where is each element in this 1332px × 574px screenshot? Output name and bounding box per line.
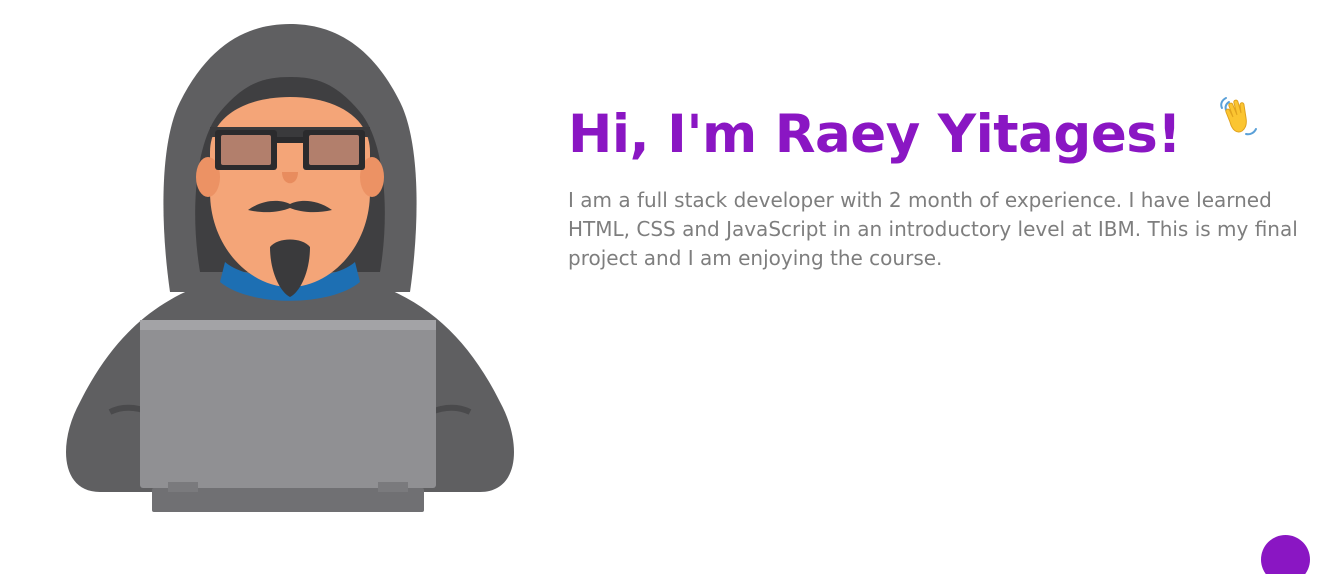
hero-description: I am a full stack developer with 2 month… — [568, 188, 1298, 270]
hacker-illustration-icon — [66, 24, 514, 512]
scroll-top-button[interactable] — [1261, 535, 1310, 574]
hero-illustration — [60, 22, 520, 517]
waving-hand-icon — [1216, 94, 1260, 138]
intro-section: Hi, I'm Raey Yitages! I am a full stack … — [568, 92, 1313, 273]
page: Hi, I'm Raey Yitages! I am a full stack … — [0, 0, 1332, 574]
hero-title: Hi, I'm Raey Yitages! — [568, 104, 1182, 165]
title-row: Hi, I'm Raey Yitages! — [568, 92, 1313, 178]
